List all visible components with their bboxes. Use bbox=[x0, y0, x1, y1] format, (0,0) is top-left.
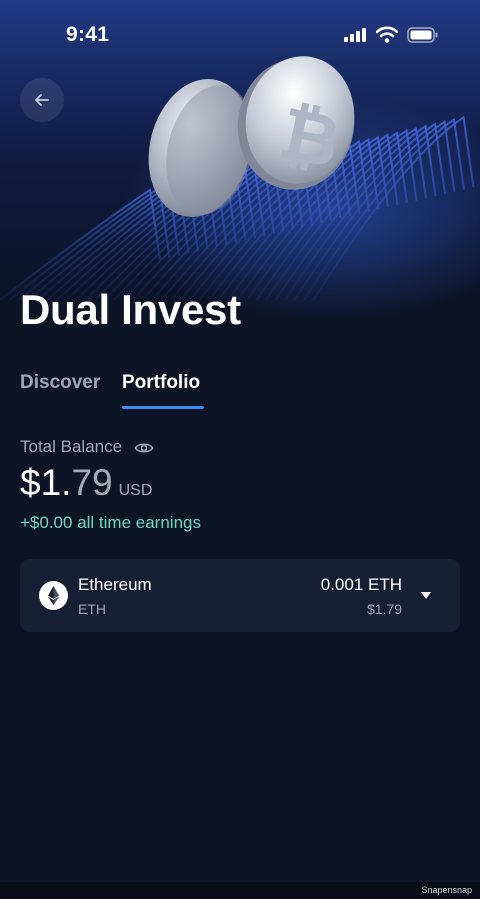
battery-icon bbox=[407, 27, 438, 43]
status-bar: 9:41 bbox=[0, 0, 480, 70]
signal-icon bbox=[344, 28, 366, 42]
all-time-earnings: +$0.00 all time earnings bbox=[20, 513, 201, 532]
asset-name: Ethereum bbox=[78, 575, 152, 594]
watermark: Snapensnap bbox=[421, 885, 472, 895]
wifi-icon bbox=[376, 26, 398, 43]
tab-discover[interactable]: Discover bbox=[20, 372, 100, 394]
total-balance-label: Total Balance bbox=[20, 437, 123, 456]
eye-icon[interactable] bbox=[134, 438, 154, 458]
asset-value: $1.79 bbox=[366, 601, 402, 617]
back-button[interactable] bbox=[20, 78, 64, 122]
asset-amount: 0.001 ETH bbox=[320, 575, 402, 594]
active-tab-indicator bbox=[122, 406, 204, 409]
total-balance-amount: $1.79 USD bbox=[20, 462, 152, 508]
footer-bar: Snapensnap bbox=[0, 882, 480, 899]
ethereum-icon bbox=[39, 581, 68, 610]
status-time: 9:41 bbox=[66, 23, 110, 46]
asset-symbol: ETH bbox=[78, 601, 106, 617]
tab-portfolio[interactable]: Portfolio bbox=[122, 372, 200, 394]
balance-decimal: 79 bbox=[71, 462, 113, 503]
page-title: Dual Invest bbox=[20, 286, 241, 333]
asset-row-ethereum[interactable]: Ethereum ETH 0.001 ETH $1.79 bbox=[20, 559, 460, 632]
dropdown-caret-icon[interactable] bbox=[420, 591, 432, 600]
back-arrow-icon bbox=[35, 94, 49, 106]
balance-main: $1. bbox=[20, 462, 72, 503]
balance-currency: USD bbox=[118, 482, 153, 499]
